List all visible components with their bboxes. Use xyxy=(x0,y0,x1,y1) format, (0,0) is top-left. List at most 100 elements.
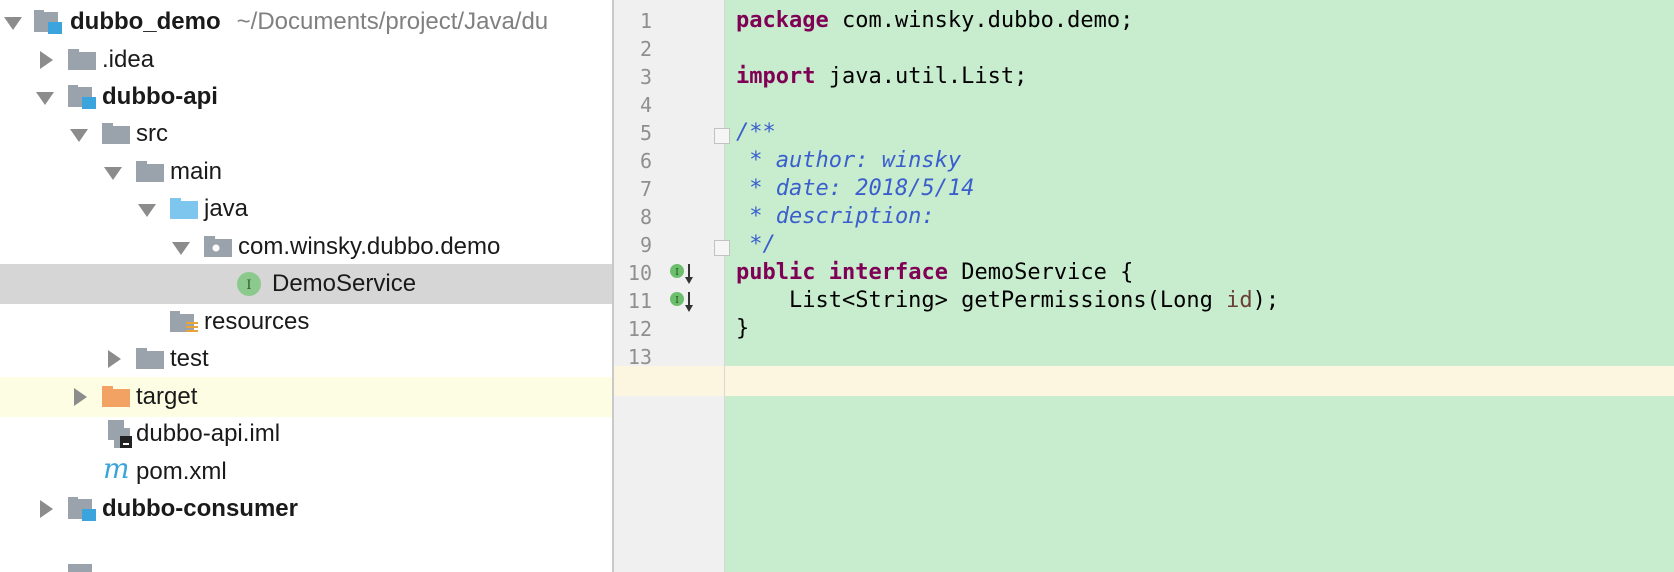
tree-row-dubbo-api[interactable]: dubbo-api xyxy=(0,77,612,117)
tree-label: src xyxy=(136,120,168,147)
tree-label: target xyxy=(136,383,198,410)
expand-arrow-icon[interactable] xyxy=(138,204,156,217)
has-implementations-icon[interactable]: I xyxy=(668,290,698,314)
expand-arrow-icon[interactable] xyxy=(4,17,22,30)
keyword: public xyxy=(736,260,816,285)
tree-row-dubbo-consumer[interactable]: dubbo-consumer xyxy=(0,489,612,529)
code-text: DemoService { xyxy=(947,260,1134,285)
tree-label: test xyxy=(170,345,209,372)
line-number: 11 xyxy=(627,289,652,313)
line-number: 9 xyxy=(639,233,652,257)
tree-label: java xyxy=(204,195,249,222)
tree-row-idea[interactable]: .idea xyxy=(0,40,612,80)
interface-icon: I xyxy=(236,271,266,296)
tree-row-main[interactable]: main xyxy=(0,152,612,192)
line-number: 3 xyxy=(639,65,652,89)
svg-text:I: I xyxy=(675,296,679,306)
tree-row-demoservice[interactable]: I DemoService xyxy=(0,264,612,304)
tree-label: dubbo-api.iml xyxy=(136,420,281,447)
keyword: interface xyxy=(828,260,948,285)
tree-row-iml[interactable]: dubbo-api.iml xyxy=(0,414,612,454)
module-folder-icon xyxy=(34,10,64,34)
code-line-10[interactable]: public interface DemoService { xyxy=(736,258,1133,288)
code-line-5[interactable]: /** xyxy=(736,118,776,148)
folder-icon xyxy=(136,347,166,371)
folder-icon xyxy=(102,122,132,146)
svg-text:I: I xyxy=(675,268,679,278)
tree-label: DemoService xyxy=(272,270,417,297)
code-line-11[interactable]: List<String> getPermissions(Long id); xyxy=(736,286,1279,316)
line-number: 10 xyxy=(627,261,652,285)
module-folder-icon xyxy=(68,497,98,521)
collapse-arrow-icon[interactable] xyxy=(40,500,53,518)
source-folder-icon xyxy=(170,197,200,221)
fold-marker-icon[interactable] xyxy=(714,128,730,144)
line-number: 2 xyxy=(639,37,652,61)
collapse-arrow-icon[interactable] xyxy=(108,350,121,368)
code-line-3[interactable]: import java.util.List; xyxy=(736,62,1027,92)
package-icon xyxy=(204,235,234,259)
tree-label: pom.xml xyxy=(136,458,227,485)
code-line-9[interactable]: */ xyxy=(736,230,776,260)
tree-label: dubbo-api xyxy=(102,83,218,110)
line-number: 12 xyxy=(627,317,652,341)
tree-row-next-partial[interactable] xyxy=(0,530,612,572)
line-number: 13 xyxy=(627,345,652,369)
code-line-12[interactable]: } xyxy=(736,314,749,344)
current-line-highlight xyxy=(614,366,1674,396)
tree-label: main xyxy=(170,158,223,185)
project-path: ~/Documents/project/Java/du xyxy=(236,8,549,35)
has-implementations-icon[interactable]: I xyxy=(668,262,698,286)
code-text: List<String> getPermissions(Long xyxy=(736,288,1227,313)
code-line-7[interactable]: * date: 2018/5/14 xyxy=(736,174,974,204)
tree-row-src[interactable]: src xyxy=(0,114,612,154)
project-tree: dubbo_demo ~/Documents/project/Java/du .i… xyxy=(0,0,612,572)
maven-icon: m xyxy=(102,452,132,485)
module-folder-icon xyxy=(68,564,98,572)
module-folder-icon xyxy=(68,85,98,109)
folder-icon xyxy=(68,48,98,72)
keyword: package xyxy=(736,8,829,33)
code-text: com.winsky.dubbo.demo; xyxy=(828,8,1134,33)
tree-label: resources xyxy=(204,308,310,335)
code-line-1[interactable]: package com.winsky.dubbo.demo; xyxy=(736,6,1133,36)
line-number: 6 xyxy=(639,149,652,173)
tree-row-test[interactable]: test xyxy=(0,339,612,379)
line-number: 8 xyxy=(639,205,652,229)
tree-row-target[interactable]: target xyxy=(0,377,612,417)
code-text: java.util.List; xyxy=(815,64,1028,89)
tree-row-dubbo-demo[interactable]: dubbo_demo ~/Documents/project/Java/du xyxy=(0,2,612,42)
folder-icon xyxy=(136,160,166,184)
expand-arrow-icon[interactable] xyxy=(70,129,88,142)
code-line-6[interactable]: * author: winsky xyxy=(736,146,961,176)
collapse-arrow-icon[interactable] xyxy=(74,388,87,406)
expand-arrow-icon[interactable] xyxy=(36,92,54,105)
svg-text:m: m xyxy=(103,454,130,484)
tree-label: com.winsky.dubbo.demo xyxy=(238,233,501,260)
resources-folder-icon xyxy=(170,310,200,334)
svg-text:I: I xyxy=(246,278,251,293)
tree-row-pom[interactable]: m pom.xml xyxy=(0,452,612,492)
tree-label: dubbo-consumer xyxy=(102,495,298,522)
project-name: dubbo_demo xyxy=(70,8,221,35)
tree-row-package[interactable]: com.winsky.dubbo.demo xyxy=(0,227,612,267)
keyword: import xyxy=(736,64,816,89)
line-number: 7 xyxy=(639,177,652,201)
gutter-divider xyxy=(724,0,725,572)
tree-label: dubbo_demo ~/Documents/project/Java/du xyxy=(70,2,548,42)
line-number: 1 xyxy=(639,9,652,33)
expand-arrow-icon[interactable] xyxy=(104,167,122,180)
tree-row-java[interactable]: java xyxy=(0,189,612,229)
code-line-8[interactable]: * description: xyxy=(736,202,934,232)
excluded-folder-icon xyxy=(102,385,132,409)
fold-marker-icon[interactable] xyxy=(714,240,730,256)
iml-file-icon xyxy=(106,420,136,448)
parameter: id xyxy=(1226,288,1253,313)
tree-row-resources[interactable]: resources xyxy=(0,302,612,342)
tree-label: .idea xyxy=(102,46,155,73)
line-number: 4 xyxy=(639,93,652,117)
code-text: ); xyxy=(1252,288,1280,313)
collapse-arrow-icon[interactable] xyxy=(40,51,53,69)
line-number: 5 xyxy=(639,121,652,145)
expand-arrow-icon[interactable] xyxy=(172,242,190,255)
